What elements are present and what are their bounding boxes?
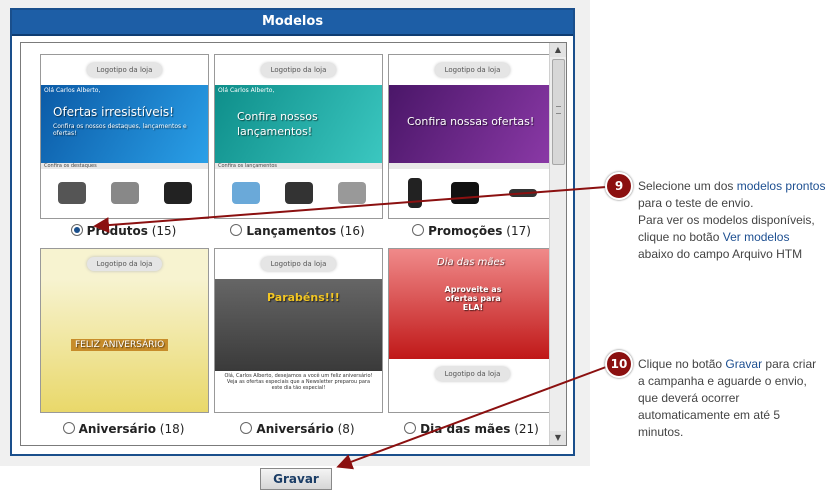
instruction-9: Selecione um dos modelos prontos para o …	[638, 179, 826, 261]
arrow-10	[336, 366, 607, 470]
callout-10: 10	[605, 350, 633, 378]
callout-9: 9	[605, 172, 633, 200]
instruction-10: Clique no botão Gravar para criar a camp…	[638, 357, 817, 439]
arrow-9	[93, 186, 607, 234]
